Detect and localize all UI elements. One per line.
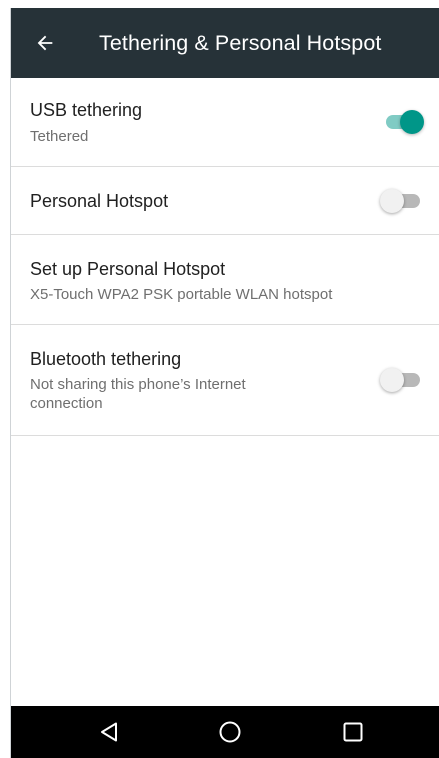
home-circle-icon [219,721,241,743]
setting-bluetooth-tethering[interactable]: Bluetooth tethering Not sharing this pho… [11,325,439,436]
nav-recents-button[interactable] [323,706,383,758]
page-title: Tethering & Personal Hotspot [99,31,382,55]
switch-thumb [380,189,404,213]
setting-personal-hotspot[interactable]: Personal Hotspot [11,167,439,235]
setting-title: Set up Personal Hotspot [30,259,226,279]
switch-thumb [380,368,404,392]
arrow-left-icon [37,35,53,51]
recents-square-icon [343,722,363,742]
setting-title: USB tethering [30,100,143,120]
back-triangle-icon [101,722,117,742]
setting-title: Bluetooth tethering [30,349,182,369]
setting-summary: Tethered [30,128,89,145]
bluetooth-tethering-switch[interactable] [380,368,420,392]
app-toolbar: Tethering & Personal Hotspot [11,8,439,78]
setting-summary: Not sharing this phone’s Internet connec… [30,376,246,412]
setting-summary: X5-Touch WPA2 PSK portable WLAN hotspot [30,286,333,303]
nav-back-button[interactable] [79,706,139,758]
setting-title: Personal Hotspot [30,191,169,211]
system-navigation-bar [11,706,439,758]
frame-top [0,0,439,8]
switch-thumb [400,110,424,134]
back-button[interactable] [27,25,63,61]
usb-tethering-switch[interactable] [386,110,424,134]
setting-setup-hotspot[interactable]: Set up Personal Hotspot X5-Touch WPA2 PS… [11,235,439,325]
nav-home-button[interactable] [200,706,260,758]
personal-hotspot-switch[interactable] [380,189,420,213]
screen: Tethering & Personal Hotspot USB tetheri… [0,0,439,758]
setting-usb-tethering[interactable]: USB tethering Tethered [11,78,439,167]
